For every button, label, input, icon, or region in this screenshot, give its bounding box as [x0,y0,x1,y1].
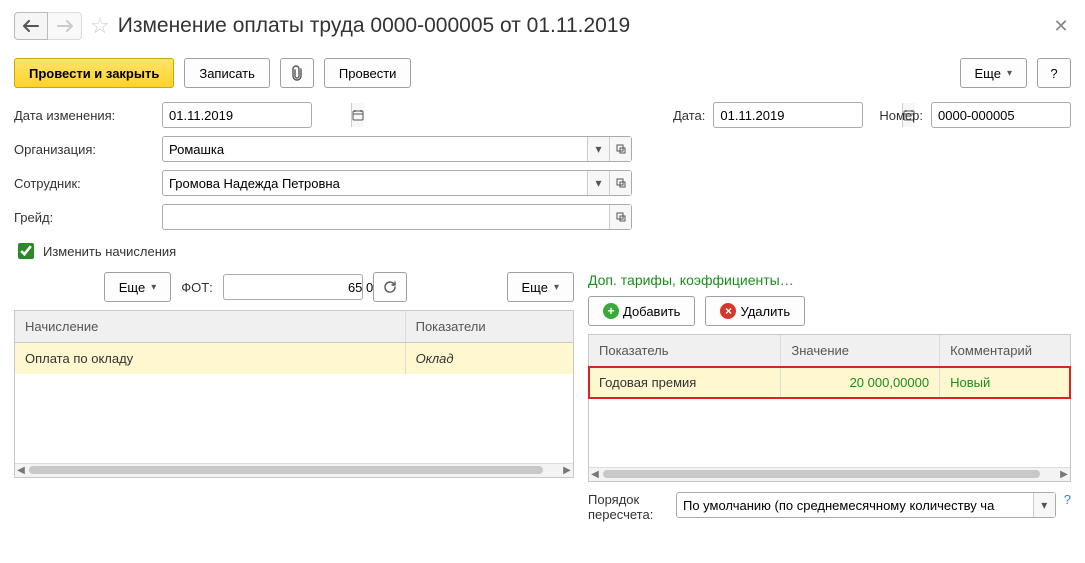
col-indicator: Показатель [589,335,781,366]
emp-input[interactable] [163,171,587,195]
fot-input-wrap [223,274,363,300]
grade-input[interactable] [163,205,609,229]
cell-accrual: Оплата по окладу [15,343,406,374]
emp-open-button[interactable] [609,171,631,195]
left-more-label: Еще [119,280,145,295]
nav-back-button[interactable] [14,12,48,40]
delete-button-label: Удалить [740,304,790,319]
accruals-table: Начисление Показатели Оплата по окладу О… [14,310,574,478]
col-comment: Комментарий [940,335,1070,366]
scroll-left-icon: ◀ [15,464,27,477]
cell-value: 20 000,00000 [781,367,940,398]
scroll-right-icon: ▶ [561,464,573,477]
refresh-icon [383,280,397,294]
x-circle-icon: × [720,303,736,319]
date-label: Дата: [673,108,705,123]
date-input-wrap [713,102,863,128]
emp-input-wrap: ▾ [162,170,632,196]
arrow-right-icon [56,20,74,32]
scroll-thumb [603,470,1040,478]
change-date-input[interactable] [163,103,351,127]
recount-label: Порядок пересчета: [588,492,668,522]
arrow-left-icon [22,20,40,32]
more-button[interactable]: Еще ▾ [960,58,1027,88]
open-ref-icon [616,144,626,154]
cell-indicator: Годовая премия [589,367,781,398]
grade-input-wrap [162,204,632,230]
page-title: Изменение оплаты труда 0000-000005 от 01… [118,14,1043,38]
col-value: Значение [781,335,940,366]
h-scrollbar[interactable]: ◀ ▶ [15,463,573,477]
recount-select-wrap: ▾ [676,492,1056,518]
chevron-down-icon: ▾ [1007,68,1012,79]
chevron-down-icon: ▾ [151,282,156,293]
emp-label: Сотрудник: [14,176,154,191]
cell-indicators: Оклад [406,343,573,374]
paperclip-icon [290,65,304,81]
delete-button[interactable]: × Удалить [705,296,805,326]
org-open-button[interactable] [609,137,631,161]
open-ref-icon [616,212,626,222]
table-header: Показатель Значение Комментарий [589,335,1070,367]
scroll-left-icon: ◀ [589,468,601,481]
help-button[interactable]: ? [1037,58,1071,88]
attachment-button[interactable] [280,58,314,88]
org-dropdown-button[interactable]: ▾ [587,137,609,161]
more-button-label: Еще [975,66,1001,81]
org-input[interactable] [163,137,587,161]
chevron-down-icon: ▾ [554,282,559,293]
recount-help-link[interactable]: ? [1064,492,1071,507]
number-input[interactable] [932,103,1085,127]
change-accruals-checkbox-row[interactable]: Изменить начисления [14,240,1071,262]
recount-select[interactable] [677,493,1033,517]
change-accruals-checkbox[interactable] [18,243,34,259]
post-and-close-button[interactable]: Провести и закрыть [14,58,174,88]
left-more-label-2: Еще [522,280,548,295]
refresh-button[interactable] [373,272,407,302]
change-accruals-label: Изменить начисления [43,244,176,259]
indicators-table: Показатель Значение Комментарий Годовая … [588,334,1071,482]
cell-comment: Новый [940,367,1070,398]
scroll-right-icon: ▶ [1058,468,1070,481]
table-header: Начисление Показатели [15,311,573,343]
post-button[interactable]: Провести [324,58,412,88]
open-ref-icon [616,178,626,188]
col-indicators: Показатели [406,311,573,342]
h-scrollbar[interactable]: ◀ ▶ [589,467,1070,481]
change-date-input-wrap [162,102,312,128]
org-input-wrap: ▾ [162,136,632,162]
close-button[interactable]: ✕ [1051,16,1071,37]
recount-dropdown-button[interactable]: ▾ [1033,493,1055,517]
write-button[interactable]: Записать [184,58,270,88]
number-label: Номер: [879,108,923,123]
left-more-button[interactable]: Еще ▾ [104,272,171,302]
scroll-thumb [29,466,543,474]
change-date-label: Дата изменения: [14,108,154,123]
table-row[interactable]: Годовая премия 20 000,00000 Новый [589,367,1070,398]
grade-open-button[interactable] [609,205,631,229]
plus-circle-icon: + [603,303,619,319]
date-input[interactable] [714,103,902,127]
favorite-star-icon[interactable]: ☆ [90,13,110,39]
table-row[interactable]: Оплата по окладу Оклад [15,343,573,374]
org-label: Организация: [14,142,154,157]
left-more-button-2[interactable]: Еще ▾ [507,272,574,302]
add-button-label: Добавить [623,304,680,319]
add-button[interactable]: + Добавить [588,296,695,326]
calendar-icon [352,109,364,121]
fot-label: ФОТ: [181,280,213,295]
emp-dropdown-button[interactable]: ▾ [587,171,609,195]
calendar-button[interactable] [351,103,364,127]
extra-tariffs-link[interactable]: Доп. тарифы, коэффициенты… [588,272,1071,288]
grade-label: Грейд: [14,210,154,225]
number-input-wrap [931,102,1071,128]
col-accrual: Начисление [15,311,406,342]
nav-forward-button[interactable] [48,12,82,40]
